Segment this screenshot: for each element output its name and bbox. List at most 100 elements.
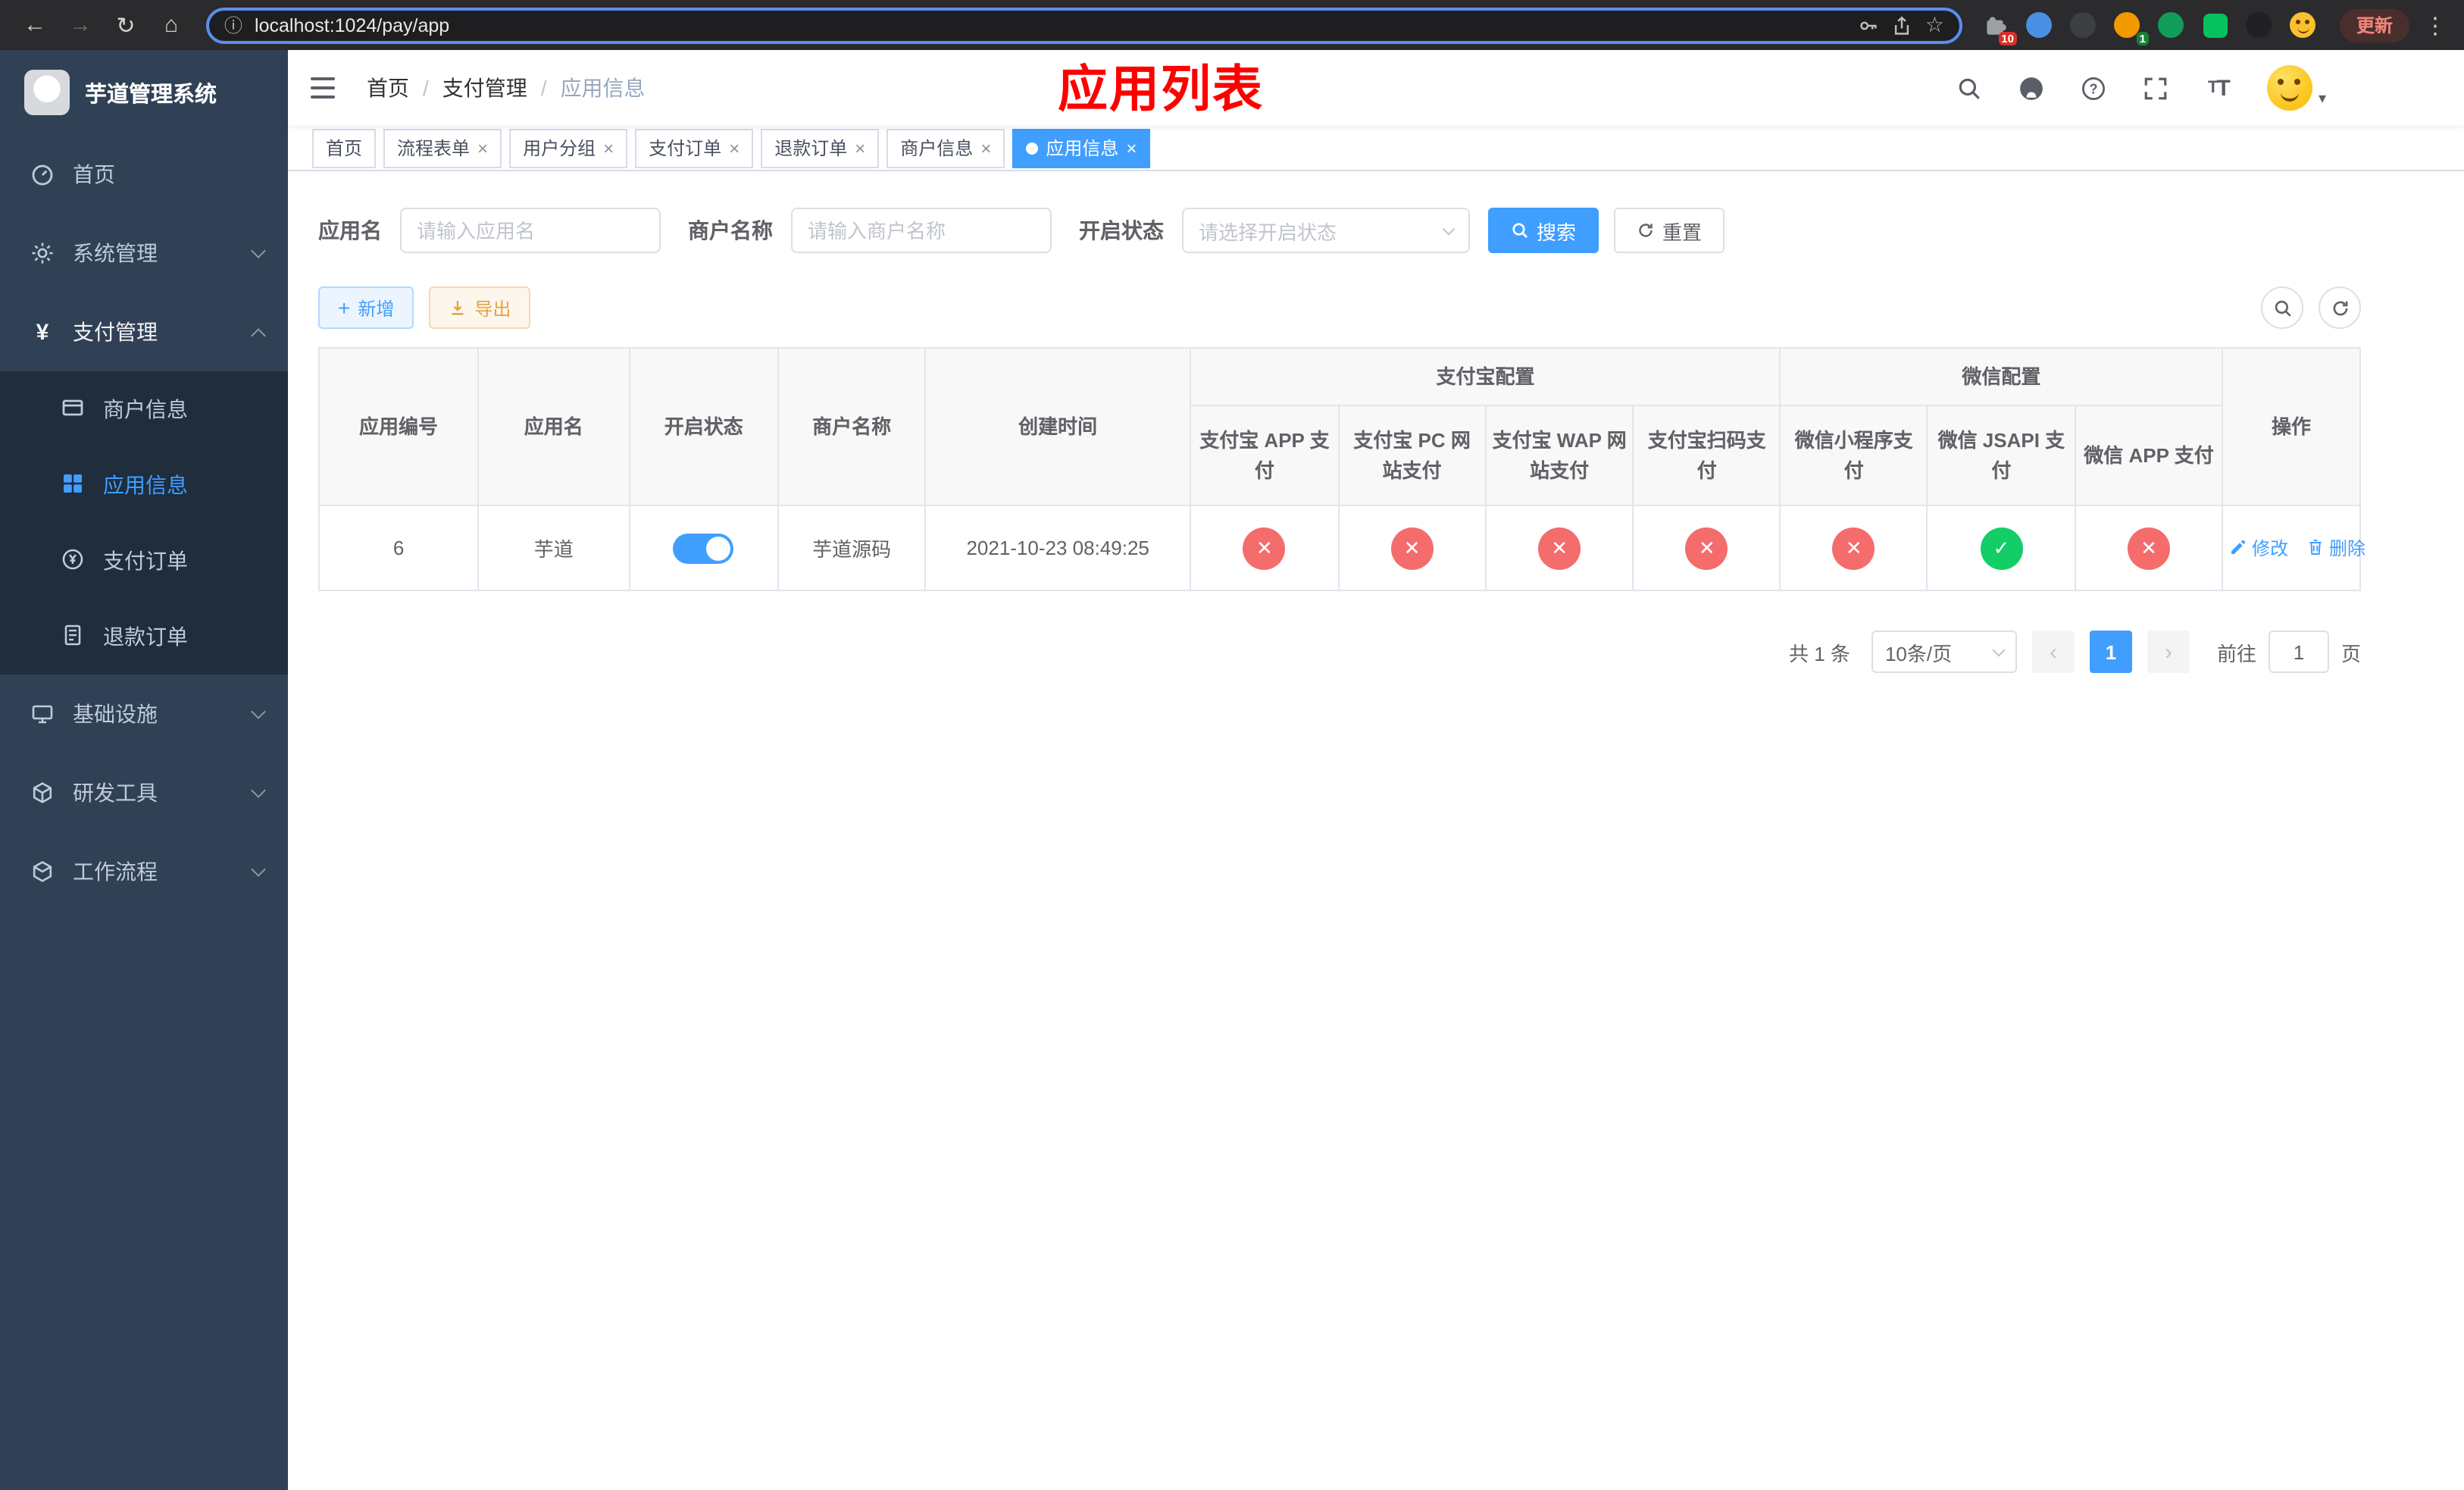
prev-page-button[interactable]: ‹ xyxy=(2031,631,2075,673)
filter-form: 应用名 商户名称 开启状态 请选择开启状态 搜索 重置 xyxy=(318,208,2361,253)
col-group-wechat: 微信配置 xyxy=(1779,347,2223,406)
tab-process-form[interactable]: 流程表单 × xyxy=(383,128,502,167)
sidebar-item-system[interactable]: 系统管理 xyxy=(0,214,288,293)
sidebar-item-home[interactable]: 首页 xyxy=(0,135,288,214)
chevron-up-icon xyxy=(251,327,266,343)
next-page-button[interactable]: › xyxy=(2147,631,2190,673)
site-info-icon[interactable]: ⓘ xyxy=(224,12,242,38)
sidebar-item-workflow[interactable]: 工作流程 xyxy=(0,832,288,911)
app-table: 应用编号 应用名 开启状态 商户名称 创建时间 支付宝配置 微信配置 操作 支付… xyxy=(317,347,2366,591)
sidebar-item-pay-orders[interactable]: 支付订单 xyxy=(0,523,288,599)
toggle-search-button[interactable] xyxy=(2261,286,2303,329)
sidebar-toggle-icon[interactable] xyxy=(311,74,344,102)
col-app-name: 应用名 xyxy=(477,347,630,506)
wechat-mini-status-icon: ✕ xyxy=(1832,527,1875,569)
tab-close-icon[interactable]: × xyxy=(477,139,488,157)
tab-merchant-info[interactable]: 商户信息 × xyxy=(886,128,1005,167)
alipay-app-status-icon: ✕ xyxy=(1243,527,1286,569)
chevron-down-icon xyxy=(1442,221,1456,235)
sidebar-item-infrastructure[interactable]: 基础设施 xyxy=(0,675,288,753)
browser-back-icon[interactable]: ← xyxy=(15,5,55,45)
status-select[interactable]: 请选择开启状态 xyxy=(1182,208,1470,253)
app-title: 芋道管理系统 xyxy=(85,83,217,107)
tab-close-icon[interactable]: × xyxy=(603,139,614,157)
goto-page-input[interactable] xyxy=(2268,631,2329,673)
sidebar-item-refund-orders[interactable]: 退款订单 xyxy=(0,599,288,675)
cell-app-id: 6 xyxy=(317,505,480,591)
help-icon[interactable]: ? xyxy=(2081,74,2108,102)
extension-emoji-icon[interactable] xyxy=(2288,10,2319,40)
tab-user-group[interactable]: 用户分组 × xyxy=(509,128,628,167)
plus-icon: + xyxy=(338,296,351,320)
browser-update-button[interactable]: 更新 xyxy=(2339,8,2409,42)
tab-app-info[interactable]: 应用信息 × xyxy=(1012,128,1151,167)
app-name-input[interactable] xyxy=(400,208,661,253)
browser-forward-icon[interactable]: → xyxy=(61,5,100,45)
merchant-name-input[interactable] xyxy=(791,208,1052,253)
delete-link[interactable]: 删除 xyxy=(2306,535,2366,561)
monitor-icon xyxy=(30,702,55,726)
search-button[interactable]: 搜索 xyxy=(1488,208,1599,253)
tab-close-icon[interactable]: × xyxy=(1126,139,1137,157)
github-icon[interactable] xyxy=(2018,74,2046,102)
tab-pay-orders[interactable]: 支付订单 × xyxy=(635,128,754,167)
url-text[interactable]: localhost:1024/pay/app xyxy=(255,14,1846,36)
col-actions: 操作 xyxy=(2221,347,2362,506)
sidebar-item-app-info[interactable]: 应用信息 xyxy=(0,447,288,523)
extensions-tray: 10 1 xyxy=(1981,10,2319,45)
extensions-puzzle-icon[interactable]: 10 xyxy=(1981,10,2017,45)
edit-link[interactable]: 修改 xyxy=(2229,535,2288,561)
col-alipay-qr: 支付宝扫码支付 xyxy=(1632,405,1781,506)
cell-created-at: 2021-10-23 08:49:25 xyxy=(924,505,1192,591)
page-1-button[interactable]: 1 xyxy=(2089,631,2132,673)
address-bar[interactable]: ⓘ localhost:1024/pay/app ☆ xyxy=(206,7,1962,43)
add-button[interactable]: + 新增 xyxy=(318,286,414,329)
extension-pin-icon[interactable] xyxy=(2244,10,2275,40)
export-button[interactable]: 导出 xyxy=(429,286,531,329)
tab-home[interactable]: 首页 xyxy=(312,128,377,167)
tab-close-icon[interactable]: × xyxy=(729,139,740,157)
chevron-down-icon xyxy=(251,862,266,877)
tab-close-icon[interactable]: × xyxy=(980,139,991,157)
reset-button[interactable]: 重置 xyxy=(1614,208,1725,253)
share-icon[interactable] xyxy=(1892,14,1913,36)
tab-refund-orders[interactable]: 退款订单 × xyxy=(761,128,880,167)
page-size-select[interactable]: 10条/页 xyxy=(1871,631,2017,673)
breadcrumb-payment[interactable]: 支付管理 xyxy=(442,73,527,103)
tab-close-icon[interactable]: × xyxy=(855,139,865,157)
browser-menu-icon[interactable]: ⋮ xyxy=(2422,11,2449,39)
sidebar-item-dev-tools[interactable]: 研发工具 xyxy=(0,753,288,832)
breadcrumb-home[interactable]: 首页 xyxy=(367,73,409,103)
extension-green-square-icon[interactable] xyxy=(2200,10,2231,40)
browser-reload-icon[interactable]: ↻ xyxy=(106,5,145,45)
trash-icon xyxy=(2309,540,2322,556)
extension-avatar-icon[interactable]: 1 xyxy=(2112,10,2149,45)
extension-dark-icon[interactable] xyxy=(2068,10,2099,40)
dashboard-icon xyxy=(30,162,55,186)
sidebar-logo[interactable]: 芋道管理系统 xyxy=(0,50,288,135)
browser-home-icon[interactable]: ⌂ xyxy=(152,5,191,45)
extension-blue-icon[interactable] xyxy=(2025,10,2055,40)
cell-merchant: 芋道源码 xyxy=(777,505,927,591)
coin-icon xyxy=(61,546,85,575)
col-merchant: 商户名称 xyxy=(777,347,927,506)
grid-icon xyxy=(61,471,85,499)
navbar-right-menu: ? TT ▾ xyxy=(1956,65,2326,111)
bookmark-star-icon[interactable]: ☆ xyxy=(1925,12,1944,38)
col-wechat-mini: 微信小程序支付 xyxy=(1779,405,1928,506)
password-key-icon[interactable] xyxy=(1859,14,1880,36)
gear-icon xyxy=(30,241,55,265)
sidebar-menu: 首页 系统管理 ¥ 支付管理 商户信息 应用信息 支付订单 退款订单 基础设施 … xyxy=(0,135,288,1490)
row-enabled-toggle[interactable] xyxy=(673,533,734,563)
fullscreen-icon[interactable] xyxy=(2143,74,2170,102)
user-avatar[interactable]: ▾ xyxy=(2266,65,2326,111)
font-size-icon[interactable]: TT xyxy=(2205,74,2232,102)
sidebar-item-merchant-info[interactable]: 商户信息 xyxy=(0,371,288,447)
refresh-button[interactable] xyxy=(2319,286,2361,329)
extension-green-circle-icon[interactable] xyxy=(2156,10,2187,40)
wechat-jsapi-status-icon: ✓ xyxy=(1980,527,2023,569)
screen: ← → ↻ ⌂ ⓘ localhost:1024/pay/app ☆ 10 1 … xyxy=(0,0,2464,1490)
search-icon[interactable] xyxy=(1956,74,1984,102)
sidebar-item-payment[interactable]: ¥ 支付管理 xyxy=(0,293,288,371)
goto-label: 前往 xyxy=(2216,642,2256,665)
